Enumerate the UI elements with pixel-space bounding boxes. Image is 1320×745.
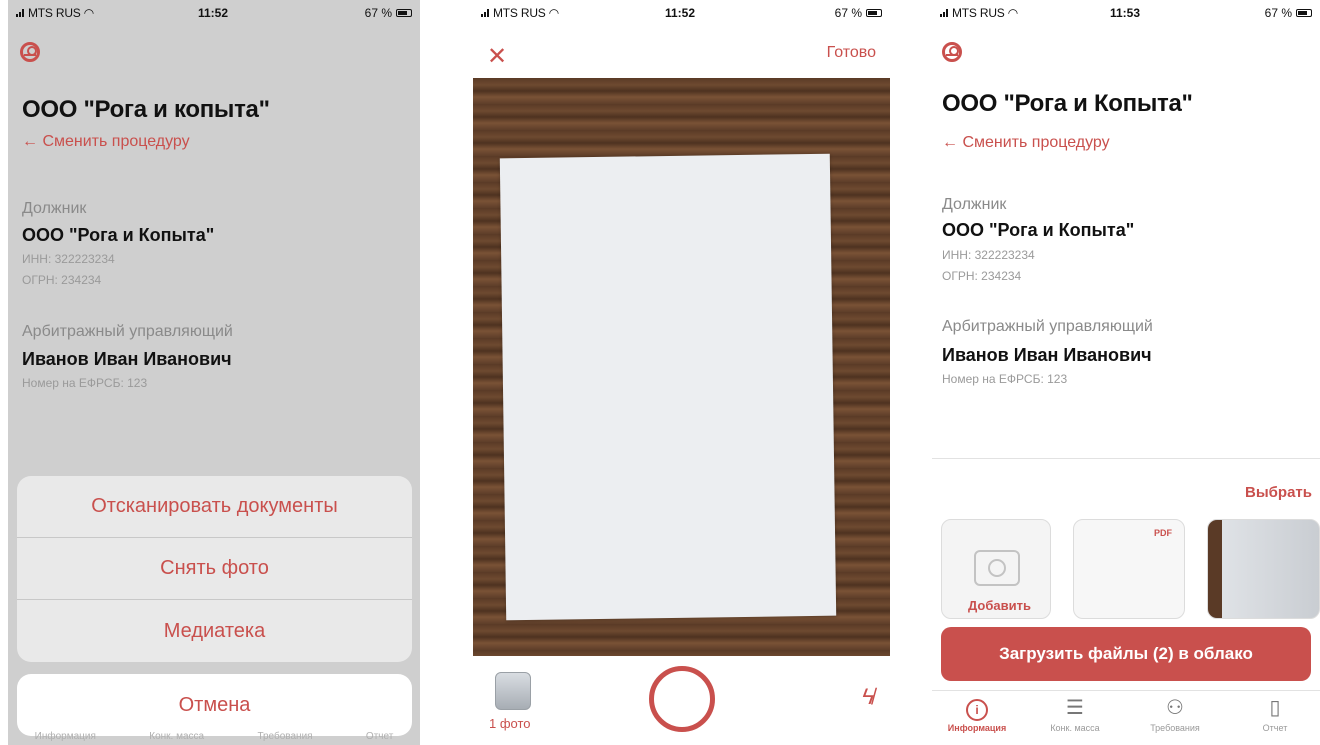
change-procedure-link[interactable]: ← Сменить процедуру [942, 134, 1110, 152]
inn-value: ИНН: 322223234 [22, 252, 115, 266]
ogrn-value: ОГРН: 234234 [22, 273, 102, 287]
tab-claims-label: Требования [1150, 723, 1200, 733]
page-title: ООО "Рога и Копыта" [942, 90, 1193, 117]
inn-value: ИНН: 322223234 [942, 248, 1035, 262]
carrier-label: MTS RUS [28, 6, 81, 20]
file-tile-pdf[interactable]: PDF [1073, 519, 1185, 619]
camera-icon [974, 550, 1020, 586]
carrier-label: MTS RUS [493, 6, 546, 20]
status-bar: MTS RUS ◠ 11:52 67 % [8, 6, 420, 24]
clock: 11:52 [198, 6, 229, 20]
manager-name: Иванов Иван Иванович [22, 349, 232, 369]
tab-report[interactable]: ▯ Отчет [1230, 695, 1320, 733]
tab-info[interactable]: i Информация [932, 695, 1022, 733]
battery-percent: 67 % [1264, 6, 1292, 20]
tab-bar: i Информация ☰ Конк. масса ⚇ Требования … [932, 690, 1320, 745]
photo-count: 1 фото [489, 716, 531, 731]
carrier: MTS RUS ◠ [481, 6, 559, 20]
media-library-option[interactable]: Медиатека [17, 600, 412, 662]
document-icon: ▯ [1269, 697, 1281, 719]
shutter-button[interactable] [649, 666, 715, 732]
change-procedure-link[interactable]: ← Сменить процедуру [22, 133, 190, 151]
screen-procedure-files: MTS RUS ◠ 11:53 67 % ООО "Рога и Копыта"… [932, 0, 1320, 745]
camera-viewfinder [473, 78, 890, 656]
status-bar: MTS RUS ◠ 11:53 67 % [932, 6, 1320, 24]
signal-icon [16, 9, 26, 17]
section-divider [932, 458, 1320, 459]
tab-info-label: Информация [947, 723, 1007, 733]
list-icon: ☰ [1066, 697, 1084, 719]
tab-bar-dimmed: Информация Конк. масса Требования Отчет [8, 731, 420, 742]
tab-info: Информация [34, 731, 96, 742]
efrsb-value: Номер на ЕФРСБ: 123 [942, 372, 1068, 386]
tab-claims[interactable]: ⚇ Требования [1130, 695, 1220, 733]
wifi-icon: ◠ [548, 6, 560, 20]
upload-to-cloud-button[interactable]: Загрузить файлы (2) в облако [941, 627, 1311, 681]
battery-icon [396, 9, 412, 17]
carrier-label: MTS RUS [952, 6, 1005, 20]
wifi-icon: ◠ [83, 6, 95, 20]
screen-procedure-action-sheet: MTS RUS ◠ 11:52 67 % ООО "Рога и копыта"… [8, 0, 420, 745]
scan-documents-option[interactable]: Отсканировать документы [17, 476, 412, 538]
page-title: ООО "Рога и копыта" [22, 96, 270, 123]
carrier: MTS RUS ◠ [16, 6, 94, 20]
tab-assets[interactable]: ☰ Конк. масса [1030, 695, 1120, 733]
clock: 11:53 [1110, 6, 1141, 20]
close-icon[interactable]: ✕ [487, 42, 507, 71]
select-button[interactable]: Выбрать [1245, 484, 1312, 501]
action-sheet: Отсканировать документы Снять фото Медиа… [17, 476, 412, 662]
signal-icon [940, 9, 950, 17]
scanned-paper [499, 153, 837, 621]
take-photo-option[interactable]: Снять фото [17, 538, 412, 600]
status-bar: MTS RUS ◠ 11:52 67 % [473, 6, 890, 24]
scan-thumbnail[interactable] [495, 672, 531, 710]
debtor-caption: Должник [22, 200, 87, 217]
battery-percent: 67 % [364, 6, 392, 20]
tab-assets: Конк. масса [149, 731, 205, 742]
tab-report: Отчет [365, 731, 394, 742]
cancel-button[interactable]: Отмена [17, 674, 412, 736]
tab-assets-label: Конк. масса [1050, 723, 1100, 733]
debtor-name: ООО "Рога и Копыта" [942, 220, 1135, 240]
battery: 67 % [1265, 6, 1312, 20]
tab-claims: Требования [257, 731, 313, 742]
profile-icon[interactable] [942, 42, 962, 62]
ogrn-value: ОГРН: 234234 [942, 269, 1022, 283]
manager-name: Иванов Иван Иванович [942, 345, 1152, 365]
profile-icon[interactable] [20, 42, 40, 62]
carrier: MTS RUS ◠ [940, 6, 1018, 20]
wifi-icon: ◠ [1007, 6, 1019, 20]
file-tile-photo[interactable] [1207, 519, 1320, 619]
add-file-label: Добавить [968, 598, 1031, 613]
debtor-caption: Должник [942, 196, 1007, 213]
manager-caption: Арбитражный управляющий [22, 323, 233, 340]
battery: 67 % [835, 6, 882, 20]
battery-percent: 67 % [834, 6, 862, 20]
battery: 67 % [365, 6, 412, 20]
done-button[interactable]: Готово [827, 44, 876, 62]
screen-document-scanner: MTS RUS ◠ 11:52 67 % ✕ Готово 1 фото ϟ̸ [473, 0, 890, 745]
add-file-tile[interactable]: Добавить [941, 519, 1051, 619]
battery-icon [866, 9, 882, 17]
users-icon: ⚇ [1166, 697, 1184, 719]
clock: 11:52 [665, 6, 696, 20]
debtor-name: ООО "Рога и Копыта" [22, 225, 215, 245]
signal-icon [481, 9, 491, 17]
tab-report-label: Отчет [1262, 723, 1288, 733]
info-icon: i [966, 699, 988, 721]
efrsb-value: Номер на ЕФРСБ: 123 [22, 376, 148, 390]
manager-caption: Арбитражный управляющий [942, 318, 1153, 335]
battery-icon [1296, 9, 1312, 17]
flash-off-icon[interactable]: ϟ̸ [862, 684, 874, 710]
pdf-badge: PDF [1154, 528, 1172, 538]
